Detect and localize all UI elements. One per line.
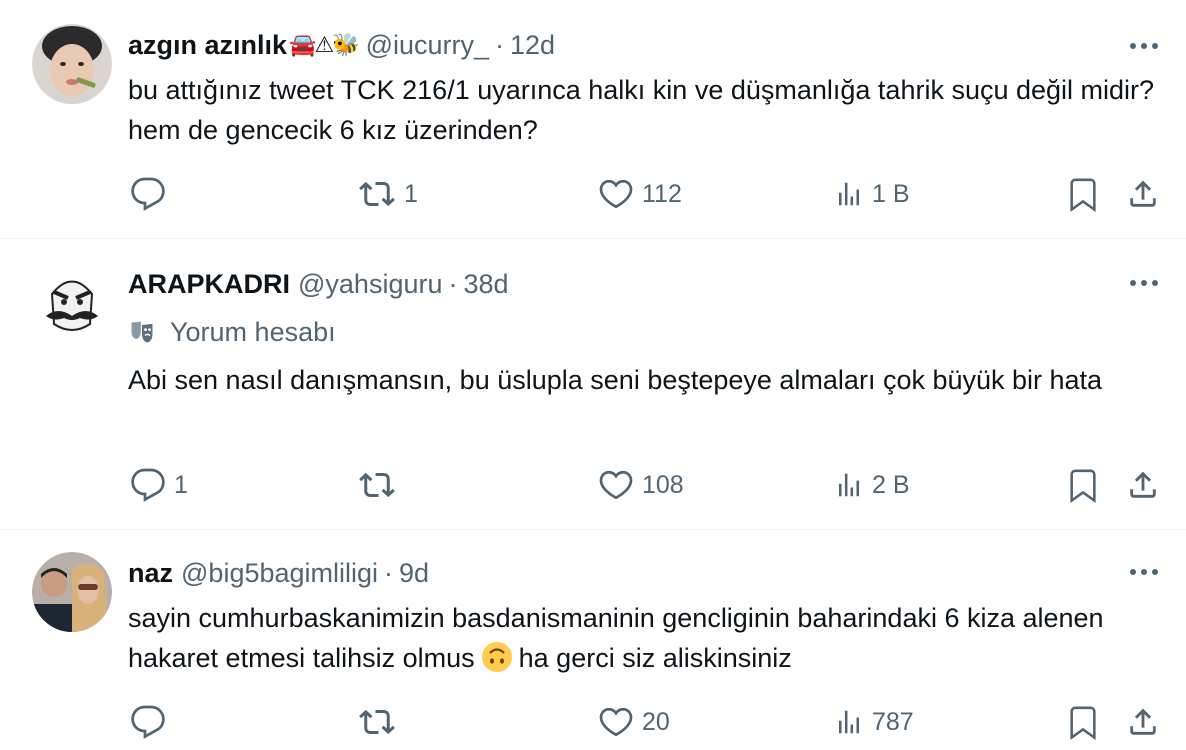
reply-button[interactable]: 1 (130, 465, 188, 505)
repost-button[interactable]: 1 (358, 174, 418, 214)
timestamp[interactable]: 38d (463, 269, 508, 300)
reply-button[interactable] (130, 702, 174, 742)
action-bar: 20 787 (0, 702, 1186, 742)
tweet-2[interactable]: ARAPKADRI @yahsiguru · 38d Yorum hesabı … (0, 239, 1186, 529)
like-count: 112 (642, 179, 682, 208)
upside-down-face-emoji-icon (481, 642, 512, 672)
reply-icon (131, 468, 165, 502)
more-button[interactable] (1124, 36, 1164, 56)
avatar[interactable] (32, 264, 112, 344)
bookmark-button[interactable] (1066, 174, 1100, 214)
tweet-header: azgın azınlık 🚘⚠🐝 @iucurry_ · 12d (128, 28, 555, 62)
theater-mask-icon (131, 321, 153, 343)
like-button[interactable]: 112 (598, 174, 682, 214)
tweet-text: bu attığınız tweet TCK 216/1 uyarınca ha… (128, 75, 1155, 145)
tweet-header: ARAPKADRI @yahsiguru · 38d (128, 267, 509, 301)
tweet-text: Abi sen nasıl danışmansın, bu üslupla se… (128, 365, 1103, 395)
share-button[interactable] (1126, 174, 1160, 214)
tweet-1[interactable]: azgın azınlık 🚘⚠🐝 @iucurry_ · 12d bu att… (0, 0, 1186, 238)
action-bar: 1 108 2 B (0, 465, 1186, 505)
more-dots-icon (1130, 43, 1158, 49)
author-name[interactable]: azgın azınlık (128, 30, 287, 61)
repost-icon (359, 709, 395, 735)
separator-dot: · (495, 29, 505, 60)
repost-count: 1 (404, 179, 418, 208)
avatar[interactable] (32, 552, 112, 632)
tweet-text: sayin cumhurbaskanimizin basdanismaninin… (128, 598, 1158, 678)
avatar-image (32, 264, 112, 344)
author-handle[interactable]: @iucurry_ (366, 30, 489, 61)
reply-icon (131, 177, 165, 211)
reply-count: 1 (174, 470, 188, 499)
views-button[interactable]: 1 B (834, 174, 910, 214)
comment-account-badge: Yorum hesabı (128, 315, 336, 349)
bookmark-icon (1070, 706, 1096, 740)
heart-icon (599, 470, 633, 500)
share-icon (1130, 180, 1156, 207)
bookmark-icon (1070, 469, 1096, 503)
tweet-header: naz @big5bagimliligi · 9d (128, 556, 429, 590)
view-count: 2 B (872, 470, 910, 499)
views-chart-icon (839, 473, 859, 497)
like-button[interactable]: 108 (598, 465, 684, 505)
share-icon (1130, 471, 1156, 498)
like-button[interactable]: 20 (598, 702, 670, 742)
avatar[interactable] (32, 24, 112, 104)
views-button[interactable]: 787 (834, 702, 914, 742)
like-count: 20 (642, 707, 670, 736)
more-button[interactable] (1124, 562, 1164, 582)
views-chart-icon (839, 182, 859, 206)
repost-button[interactable] (358, 702, 404, 742)
heart-icon (599, 179, 633, 209)
bookmark-icon (1070, 178, 1096, 212)
author-handle[interactable]: @yahsiguru (298, 269, 442, 300)
repost-icon (359, 181, 395, 207)
like-count: 108 (642, 470, 684, 499)
tweet-3[interactable]: naz @big5bagimliligi · 9d sayin cumhurba… (0, 530, 1186, 750)
share-icon (1130, 708, 1156, 735)
more-button[interactable] (1124, 273, 1164, 293)
separator-dot: · (384, 557, 394, 588)
badge-label: Yorum hesabı (170, 316, 336, 347)
more-dots-icon (1130, 280, 1158, 286)
views-chart-icon (839, 710, 859, 734)
repost-icon (359, 472, 395, 498)
timestamp[interactable]: 12d (510, 30, 555, 61)
action-bar: 1 112 1 B (0, 174, 1186, 214)
reply-icon (131, 705, 165, 739)
avatar-image (32, 24, 112, 104)
view-count: 1 B (872, 179, 910, 208)
separator-dot: · (448, 268, 458, 299)
heart-icon (599, 707, 633, 737)
author-name[interactable]: ARAPKADRI (128, 269, 290, 300)
share-button[interactable] (1126, 702, 1160, 742)
views-button[interactable]: 2 B (834, 465, 910, 505)
name-emoji: 🚘⚠🐝 (289, 32, 360, 57)
share-button[interactable] (1126, 465, 1160, 505)
author-name[interactable]: naz (128, 558, 173, 589)
view-count: 787 (872, 707, 914, 736)
tweet-text-part: ha gerci siz aliskinsiniz (518, 643, 792, 673)
author-handle[interactable]: @big5bagimliligi (181, 558, 378, 589)
bookmark-button[interactable] (1066, 465, 1100, 505)
repost-button[interactable] (358, 465, 404, 505)
more-dots-icon (1130, 569, 1158, 575)
bookmark-button[interactable] (1066, 702, 1100, 742)
reply-button[interactable] (130, 174, 174, 214)
avatar-image (32, 552, 112, 632)
timestamp[interactable]: 9d (399, 558, 429, 589)
